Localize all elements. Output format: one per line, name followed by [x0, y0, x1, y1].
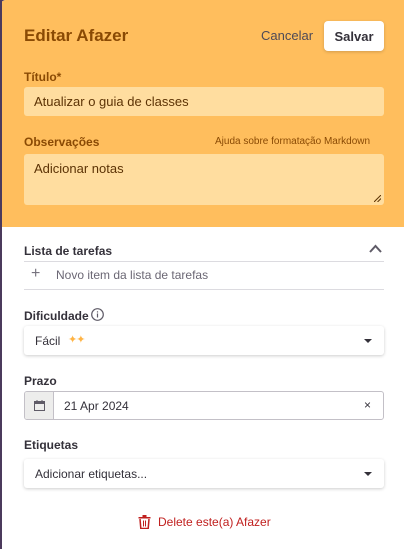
- checklist-label: Lista de tarefas: [24, 244, 113, 258]
- calendar-icon: [34, 400, 45, 411]
- checklist-divider-top: [24, 261, 384, 262]
- checklist-divider-bottom: [24, 289, 384, 290]
- cancel-button[interactable]: Cancelar: [261, 28, 313, 43]
- title-input[interactable]: Atualizar o guia de classes: [24, 87, 384, 116]
- markdown-help-link[interactable]: Ajuda sobre formatação Markdown: [215, 136, 370, 147]
- title-label: Título*: [24, 70, 62, 84]
- difficulty-select[interactable]: Fácil ✦✦: [24, 326, 384, 355]
- resize-handle-icon[interactable]: [374, 195, 381, 202]
- due-date-value[interactable]: 21 Apr 2024: [64, 399, 129, 413]
- edit-todo-modal: Editar Afazer Cancelar Salvar Título* At…: [0, 0, 404, 549]
- modal-title: Editar Afazer: [24, 26, 129, 45]
- modal-header: Editar Afazer Cancelar Salvar Título* At…: [0, 0, 404, 227]
- plus-icon[interactable]: +: [31, 266, 40, 282]
- difficulty-selected: Fácil: [35, 334, 61, 348]
- tags-placeholder: Adicionar etiquetas...: [35, 467, 148, 481]
- delete-label: Delete este(a) Afazer: [158, 515, 271, 529]
- save-button[interactable]: Salvar: [324, 21, 384, 51]
- due-date-label: Prazo: [24, 374, 57, 388]
- notes-placeholder: Adicionar notas: [34, 161, 124, 176]
- chevron-up-icon[interactable]: [368, 243, 383, 254]
- tags-label: Etiquetas: [24, 438, 79, 452]
- caret-down-icon: [364, 339, 372, 343]
- caret-down-icon: [364, 472, 372, 476]
- notes-textarea[interactable]: Adicionar notas: [24, 154, 384, 205]
- tags-select[interactable]: Adicionar etiquetas...: [24, 459, 384, 488]
- delete-todo-button[interactable]: Delete este(a) Afazer: [138, 515, 271, 529]
- background-strip: [0, 0, 2, 549]
- close-icon[interactable]: ×: [364, 398, 371, 412]
- calendar-button[interactable]: [25, 392, 54, 419]
- new-checklist-item-input[interactable]: Novo item da lista de tarefas: [56, 268, 208, 282]
- difficulty-label: Dificuldade: [24, 309, 89, 323]
- sparkles-icon: ✦✦: [68, 334, 85, 346]
- notes-label: Observações: [24, 135, 100, 149]
- trash-icon: [138, 515, 151, 529]
- due-date-picker[interactable]: 21 Apr 2024 ×: [24, 391, 384, 420]
- info-icon[interactable]: [91, 308, 104, 321]
